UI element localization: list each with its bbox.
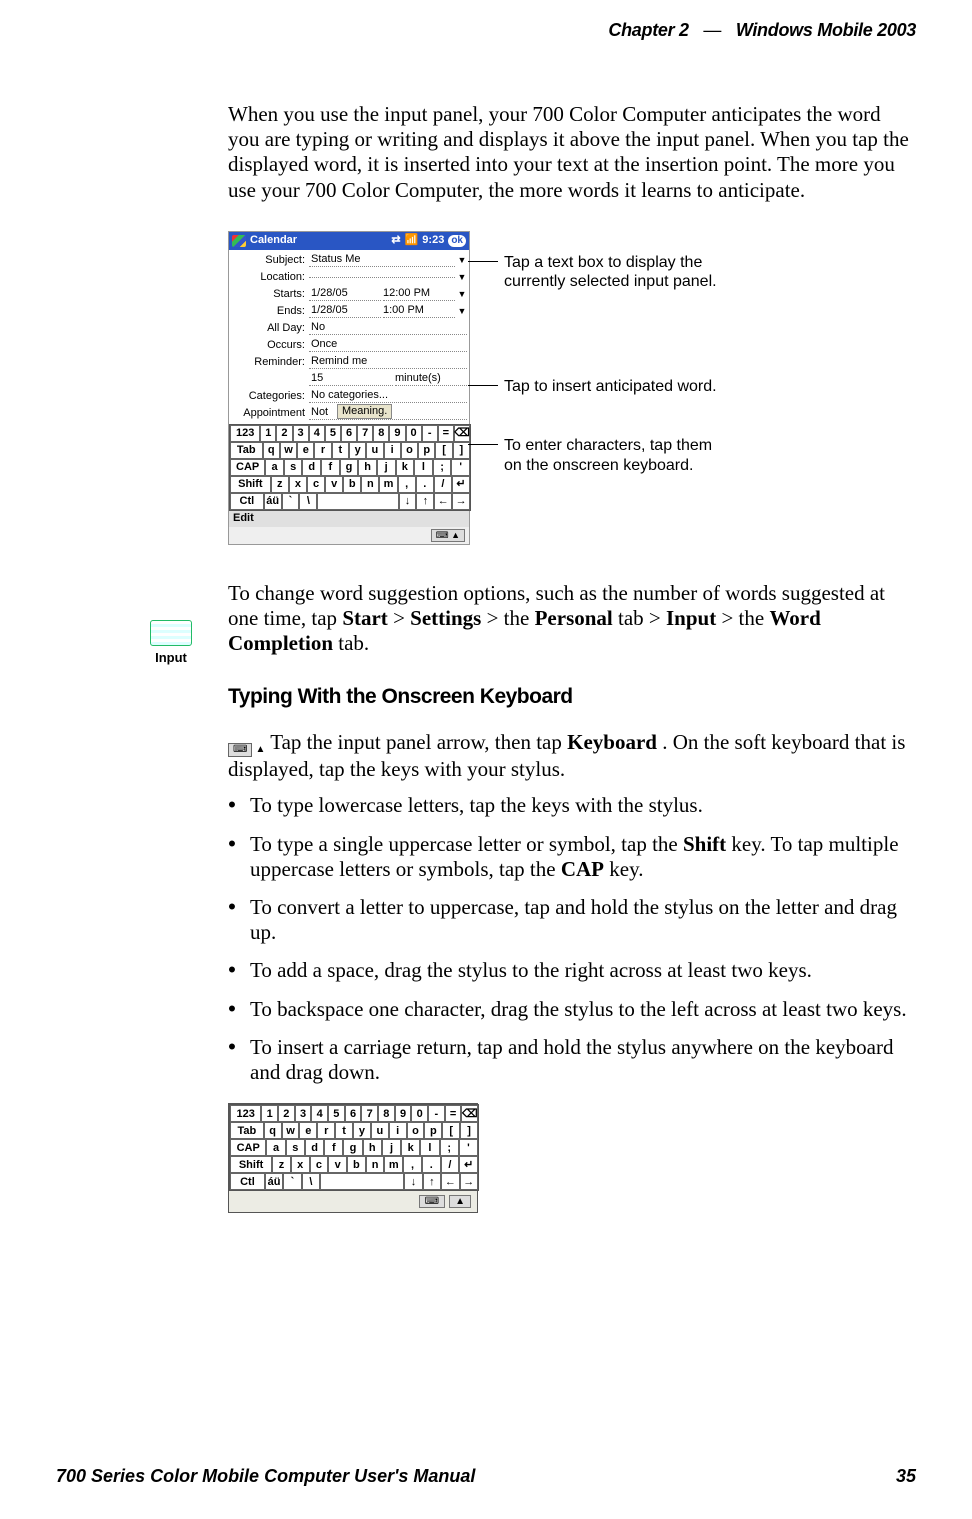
bullet-backspace: To backspace one character, drag the sty… xyxy=(248,996,916,1022)
intro-paragraph: When you use the input panel, your 700 C… xyxy=(228,102,916,203)
page-header: Chapter 2 — Windows Mobile 2003 xyxy=(56,20,916,81)
keyboard-mini-icon xyxy=(150,620,192,646)
callout-textbox: Tap a text box to display the currently … xyxy=(504,254,717,290)
bullet-uppercase: To type a single uppercase letter or sym… xyxy=(248,831,916,882)
onscreen-keyboard-small: 1231234567890-=⌫ Tabqwertyuiop[] CAPasdf… xyxy=(229,424,471,511)
bullet-convert: To convert a letter to uppercase, tap an… xyxy=(248,894,916,945)
input-icon-label: Input xyxy=(155,650,187,665)
page-footer: 700 Series Color Mobile Computer User's … xyxy=(56,1466,916,1487)
onscreen-keyboard-large: 1231234567890-=⌫ Tabqwertyuiop[] CAPasdf… xyxy=(229,1104,479,1191)
figure-keyboard: 1231234567890-=⌫ Tabqwertyuiop[] CAPasdf… xyxy=(228,1103,916,1213)
callout-insert-word: Tap to insert anticipated word. xyxy=(504,378,717,395)
header-product: Windows Mobile 2003 xyxy=(736,20,916,40)
footer-page-number: 35 xyxy=(896,1466,916,1487)
screenshot-time: 9:23 xyxy=(422,234,444,247)
signal-icon: ⇄ xyxy=(391,234,400,247)
ok-button: ok xyxy=(448,235,466,247)
bullet-return: To insert a carriage return, tap and hol… xyxy=(248,1034,916,1085)
header-chapter: Chapter 2 xyxy=(608,20,688,40)
header-dash: — xyxy=(693,20,731,40)
typing-paragraph: ⌨▲ Tap the input panel arrow, then tap K… xyxy=(228,730,916,782)
input-icon-margin: Input xyxy=(150,620,192,665)
screenshot-form: Subject:Status Me▼ Location:▼ Starts:1/2… xyxy=(229,250,469,424)
word-suggestion: Meaning. xyxy=(337,404,392,419)
settings-paragraph: To change word suggestion options, such … xyxy=(228,581,916,657)
figure-callouts: Tap a text box to display the currently … xyxy=(504,231,734,515)
bullet-space: To add a space, drag the stylus to the r… xyxy=(248,957,916,983)
figure-input-panel: Calendar ⇄ 📶 9:23 ok Subject:Status Me▼ … xyxy=(228,231,916,545)
up-arrow-icon: ▲ xyxy=(449,1195,471,1208)
screenshot-edit-bar: Edit xyxy=(229,511,469,527)
callout-keyboard: To enter characters, tap them on the ons… xyxy=(504,437,712,473)
keyboard-toggle-icon: ⌨ ▲ xyxy=(431,529,465,542)
screenshot-calendar: Calendar ⇄ 📶 9:23 ok Subject:Status Me▼ … xyxy=(228,231,470,545)
keyboard-toggle-inline-icon: ⌨▲ xyxy=(228,743,265,757)
volume-icon: 📶 xyxy=(405,234,419,247)
windows-flag-icon xyxy=(232,235,246,247)
keyboard-icon: ⌨ xyxy=(419,1195,445,1208)
typing-bullets: To type lowercase letters, tap the keys … xyxy=(228,792,916,1085)
screenshot-titlebar: Calendar ⇄ 📶 9:23 ok xyxy=(229,232,469,250)
screenshot-title: Calendar xyxy=(250,234,297,247)
section-title-typing: Typing With the Onscreen Keyboard xyxy=(228,684,916,709)
bullet-lowercase: To type lowercase letters, tap the keys … xyxy=(248,792,916,818)
footer-title: 700 Series Color Mobile Computer User's … xyxy=(56,1466,475,1487)
